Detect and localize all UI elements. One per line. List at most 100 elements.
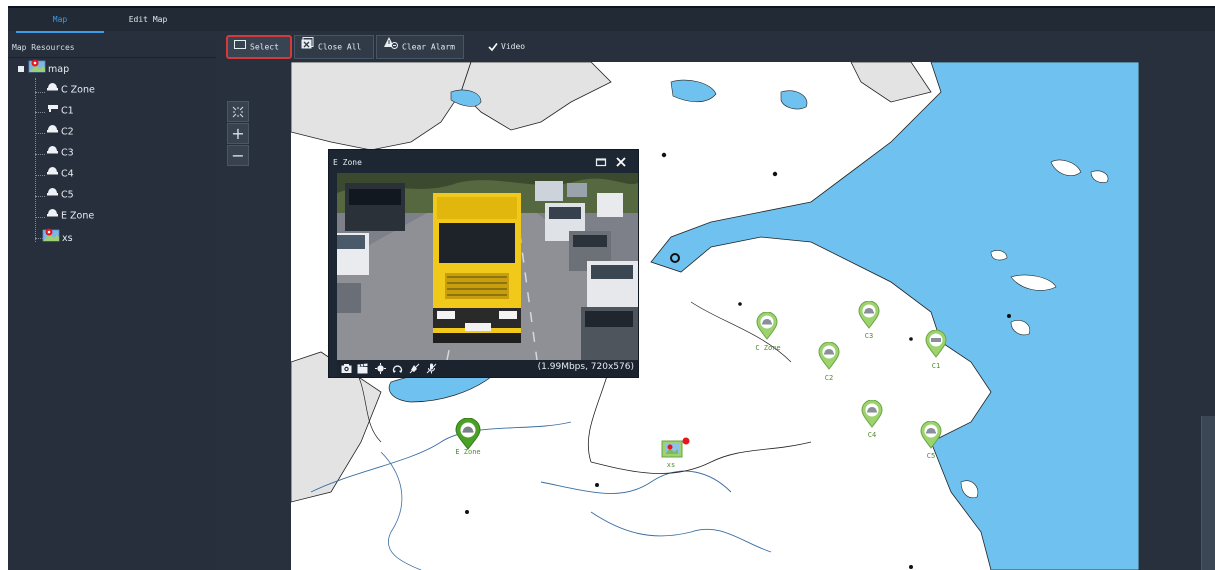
camera-marker-icon: [818, 341, 840, 370]
close-popup-button[interactable]: [615, 156, 627, 168]
collapse-toggle[interactable]: [18, 66, 24, 72]
zoom-in-button[interactable]: +: [227, 123, 249, 144]
camera-marker-icon: [920, 420, 942, 449]
dome-camera-icon: [46, 143, 59, 163]
microphone-muted-icon: [426, 363, 437, 374]
clear-alarm-label: Clear Alarm: [402, 42, 455, 52]
select-rectangle-icon: [234, 37, 246, 57]
video-checkbox[interactable]: Video: [488, 39, 525, 55]
camera-marker-icon: [925, 329, 947, 358]
dome-camera-icon: [46, 185, 59, 205]
maximize-button[interactable]: [595, 156, 607, 168]
ptz-button[interactable]: [392, 363, 403, 374]
map-resources-panel: Map Resources: [8, 40, 216, 570]
tree-root-map[interactable]: map: [28, 58, 69, 78]
tab-edit-map[interactable]: Edit Map: [104, 10, 192, 33]
map-marker-label: C4: [867, 431, 877, 439]
map-marker-c3[interactable]: [858, 300, 880, 332]
camera-marker-icon: [861, 399, 883, 428]
tree-connector: [35, 112, 45, 113]
tree-item-label: C3: [61, 147, 74, 159]
target-icon: [375, 363, 386, 374]
digital-zoom-button[interactable]: [375, 363, 386, 374]
tree-item-label: C1: [61, 105, 74, 117]
tab-map[interactable]: Map: [16, 10, 104, 33]
dome-camera-icon: [46, 80, 59, 100]
submap-marker-icon: [661, 437, 690, 458]
tree-root-label: map: [48, 64, 70, 75]
tree-item-label: C4: [61, 168, 74, 180]
map-marker-c-zone[interactable]: [756, 311, 778, 343]
tree-item-c2[interactable]: C2: [46, 122, 74, 142]
alarm-indicator: [682, 437, 690, 445]
map-marker-c2[interactable]: [818, 341, 840, 373]
map-icon: [42, 227, 60, 250]
close-all-icon: [301, 36, 314, 58]
fit-view-button[interactable]: [227, 101, 249, 122]
map-marker-label: C5: [926, 452, 936, 460]
tree-item-e-zone[interactable]: E Zone: [46, 206, 94, 226]
map-marker-label: C Zone: [755, 344, 781, 352]
popup-title: E Zone: [333, 158, 362, 167]
tree-item-label: C Zone: [61, 84, 95, 96]
close-all-button[interactable]: Close All: [294, 35, 374, 59]
maximize-icon: [595, 158, 607, 167]
tree-connector: [35, 133, 45, 134]
scrollbar[interactable]: [1201, 416, 1215, 570]
tree-connector: [35, 92, 45, 93]
audio-button[interactable]: [409, 363, 420, 374]
tree-item-label: xs: [62, 233, 73, 244]
camera-marker-icon: [756, 311, 778, 340]
map-marker-c5[interactable]: [920, 420, 942, 452]
tree-item-label: C2: [61, 126, 74, 138]
camera-snapshot-icon: [341, 364, 352, 373]
top-tab-bar: Map Edit Map: [8, 6, 1215, 33]
select-button-label: Select: [250, 42, 279, 52]
map-marker-label: C2: [824, 374, 834, 382]
map-icon: [28, 58, 46, 81]
clear-alarm-button[interactable]: Clear Alarm: [376, 35, 464, 59]
tree-item-c5[interactable]: C5: [46, 185, 74, 205]
snapshot-button[interactable]: [341, 363, 352, 374]
tree-connector: [35, 196, 45, 197]
tree-connector: [35, 175, 45, 176]
ptz-icon: [392, 365, 403, 373]
checkmark-icon: [488, 42, 498, 52]
tree-connector: [35, 154, 45, 155]
dome-camera-icon: [46, 206, 59, 226]
zoom-controls: + −: [227, 101, 249, 167]
video-stream[interactable]: [337, 173, 638, 360]
tree-item-xs[interactable]: xs: [42, 227, 73, 247]
select-button[interactable]: Select: [226, 35, 292, 59]
bullet-camera-icon: [46, 101, 59, 121]
tree-item-c1[interactable]: C1: [46, 101, 74, 121]
video-popup[interactable]: E Zone (1.99Mbps, 720x576): [328, 149, 639, 378]
dome-camera-icon: [46, 122, 59, 142]
camera-marker-icon: [858, 300, 880, 329]
close-all-label: Close All: [318, 42, 362, 52]
map-marker-label: C3: [864, 332, 874, 340]
clapperboard-icon: [357, 363, 368, 374]
map-marker-xs[interactable]: [661, 437, 691, 466]
fit-icon: [231, 104, 245, 123]
clear-alarm-icon: [383, 36, 398, 58]
talk-button[interactable]: [426, 363, 437, 374]
map-marker-c4[interactable]: [861, 399, 883, 431]
close-icon: [616, 157, 626, 167]
camera-marker-icon: [455, 417, 481, 450]
map-marker-label: C1: [931, 362, 941, 370]
audio-muted-icon: [409, 363, 420, 374]
map-marker-c1[interactable]: [925, 329, 947, 361]
tree-item-c3[interactable]: C3: [46, 143, 74, 163]
tree-item-label: E Zone: [61, 210, 95, 222]
record-button[interactable]: [357, 363, 368, 374]
zoom-out-button[interactable]: −: [227, 145, 249, 166]
tree-item-c4[interactable]: C4: [46, 164, 74, 184]
bitrate-readout: (1.99Mbps, 720x576): [537, 362, 634, 372]
map-marker-label: xs: [666, 461, 676, 469]
tree-item-c-zone[interactable]: C Zone: [46, 80, 95, 100]
video-control-bar: (1.99Mbps, 720x576): [337, 360, 638, 377]
video-frame: [337, 173, 638, 360]
tree-item-label: C5: [61, 189, 74, 201]
panel-header: Map Resources: [8, 40, 216, 58]
